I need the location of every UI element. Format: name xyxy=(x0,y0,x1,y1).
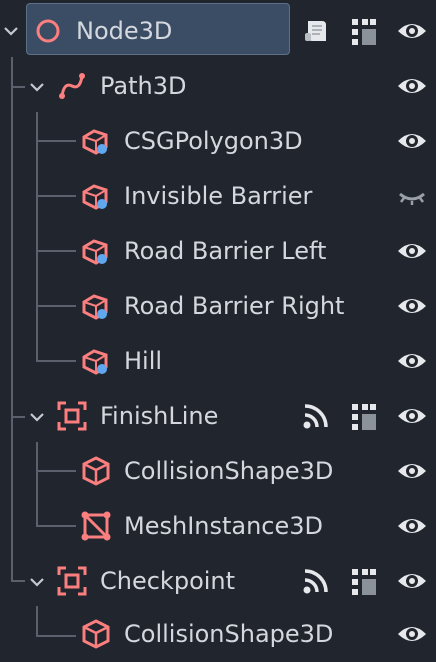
eye-icon[interactable] xyxy=(394,563,430,599)
eye-icon[interactable] xyxy=(394,616,430,652)
meshinstance3d-icon xyxy=(81,511,111,541)
node-label: Hill xyxy=(124,347,163,375)
chevron-down-icon[interactable] xyxy=(30,82,44,92)
area3d-icon xyxy=(57,566,87,596)
eye-icon[interactable] xyxy=(394,398,430,434)
csgpolygon3d-icon xyxy=(82,129,108,155)
chevron-down-icon[interactable] xyxy=(30,412,44,422)
eye-icon[interactable] xyxy=(394,68,430,104)
eye-icon[interactable] xyxy=(394,13,430,49)
scene-tree: Node3D Path3D CSGPolygon3D Invisible Bar… xyxy=(0,0,436,662)
node-label: Checkpoint xyxy=(100,567,236,595)
tree-item-meshinstance3d[interactable]: MeshInstance3D xyxy=(0,498,436,553)
node3d-icon xyxy=(36,19,60,43)
tree-item-finishline[interactable]: FinishLine xyxy=(0,388,436,443)
tree-item-hill[interactable]: Hill xyxy=(0,333,436,388)
tree-item-collisionshape3d[interactable]: CollisionShape3D xyxy=(0,443,436,498)
node-label: MeshInstance3D xyxy=(124,512,324,540)
chevron-down-icon[interactable] xyxy=(4,26,18,36)
collisionshape3d-icon xyxy=(82,456,110,486)
tree-item-node3d[interactable]: Node3D xyxy=(0,3,436,58)
group-icon[interactable] xyxy=(348,400,380,432)
csgpolygon3d-icon xyxy=(82,239,108,265)
script-icon[interactable] xyxy=(300,15,332,47)
csgpolygon3d-icon xyxy=(82,349,108,375)
node-label: Road Barrier Right xyxy=(124,292,345,320)
chevron-down-icon[interactable] xyxy=(30,577,44,587)
eye-icon[interactable] xyxy=(394,288,430,324)
signal-icon[interactable] xyxy=(300,400,332,432)
eye-closed-icon[interactable] xyxy=(394,178,430,214)
node-label: Path3D xyxy=(100,72,187,100)
area3d-icon xyxy=(57,401,87,431)
eye-icon[interactable] xyxy=(394,343,430,379)
tree-item-path3d[interactable]: Path3D xyxy=(0,58,436,113)
tree-item-csgpolygon3d[interactable]: CSGPolygon3D xyxy=(0,113,436,168)
node-label: Road Barrier Left xyxy=(124,237,327,265)
node-label: CollisionShape3D xyxy=(124,457,334,485)
node-label: CSGPolygon3D xyxy=(124,127,303,155)
tree-item-road-barrier-right[interactable]: Road Barrier Right xyxy=(0,278,436,333)
path3d-icon xyxy=(59,73,85,99)
tree-item-road-barrier-left[interactable]: Road Barrier Left xyxy=(0,223,436,278)
collisionshape3d-icon xyxy=(82,619,110,649)
group-icon[interactable] xyxy=(348,565,380,597)
tree-item-checkpoint[interactable]: Checkpoint xyxy=(0,553,436,608)
tree-item-collisionshape3d[interactable]: CollisionShape3D xyxy=(0,606,436,661)
eye-icon[interactable] xyxy=(394,508,430,544)
node-label: Invisible Barrier xyxy=(124,182,313,210)
node-label: FinishLine xyxy=(100,402,219,430)
node-label: Node3D xyxy=(76,17,173,45)
signal-icon[interactable] xyxy=(300,565,332,597)
csgpolygon3d-icon xyxy=(82,184,108,210)
csgpolygon3d-icon xyxy=(82,294,108,320)
eye-icon[interactable] xyxy=(394,453,430,489)
group-icon[interactable] xyxy=(348,15,380,47)
eye-icon[interactable] xyxy=(394,123,430,159)
tree-item-invisible-barrier[interactable]: Invisible Barrier xyxy=(0,168,436,223)
eye-icon[interactable] xyxy=(394,233,430,269)
node-label: CollisionShape3D xyxy=(124,620,334,648)
